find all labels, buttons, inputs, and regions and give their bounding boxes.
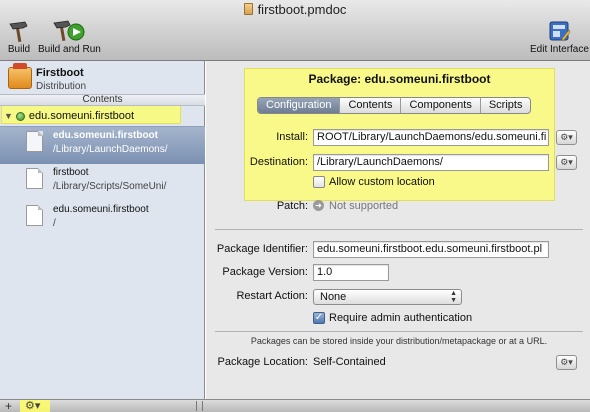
gear-icon: ⚙▾ bbox=[560, 157, 573, 167]
distribution-subtitle: Distribution bbox=[36, 81, 87, 92]
destination-field[interactable]: /Library/LaunchDaemons/ bbox=[313, 154, 549, 171]
file-icon bbox=[26, 205, 43, 226]
bottom-bar: + ⚙▾ bbox=[0, 399, 590, 412]
build-and-run-button[interactable]: Build and Run bbox=[38, 18, 101, 55]
edit-interface-button[interactable]: Edit Interface bbox=[530, 18, 589, 55]
allow-custom-location-label: Allow custom location bbox=[329, 176, 435, 188]
list-item[interactable]: edu.someuni.firstboot / bbox=[0, 201, 205, 239]
add-button[interactable]: + bbox=[5, 399, 12, 412]
tab-configuration[interactable]: Configuration bbox=[258, 98, 341, 113]
package-item[interactable]: ▼ edu.someuni.firstboot bbox=[4, 109, 134, 123]
require-admin-label: Require admin authentication bbox=[329, 312, 473, 324]
package-location-gear-button[interactable]: ⚙▾ bbox=[556, 355, 577, 370]
package-title: Package: edu.someuni.firstboot bbox=[308, 72, 491, 86]
file-name: edu.someuni.firstboot bbox=[53, 204, 149, 215]
patch-value: Not supported bbox=[329, 200, 399, 212]
package-identifier-label: Package Identifier: bbox=[216, 243, 308, 255]
package-icon bbox=[15, 111, 25, 121]
window-title-text: firstboot.pmdoc bbox=[257, 2, 347, 17]
package-location-value: Self-Contained bbox=[313, 356, 386, 368]
build-button[interactable]: Build bbox=[7, 18, 31, 55]
gear-icon: ⚙▾ bbox=[560, 132, 573, 142]
restart-action-value: None bbox=[320, 291, 347, 303]
package-version-field[interactable]: 1.0 bbox=[313, 264, 389, 281]
contents-header: Contents bbox=[0, 94, 205, 106]
resize-grip-icon[interactable] bbox=[196, 401, 203, 411]
package-identifier-field[interactable]: edu.someuni.firstboot.edu.someuni.firstb… bbox=[313, 241, 549, 258]
install-gear-button[interactable]: ⚙▾ bbox=[556, 130, 577, 145]
restart-action-label: Restart Action: bbox=[236, 290, 308, 302]
require-admin-checkbox[interactable]: ✓ bbox=[313, 312, 325, 324]
file-name: edu.someuni.firstboot bbox=[53, 130, 158, 141]
edit-interface-label: Edit Interface bbox=[530, 44, 589, 55]
checkmark-icon: ✓ bbox=[314, 312, 324, 323]
tab-components[interactable]: Components bbox=[401, 98, 481, 113]
sidebar: Firstboot Distribution Contents ▼ edu.so… bbox=[0, 61, 205, 399]
gear-icon: ⚙▾ bbox=[560, 357, 573, 367]
tab-bar: Configuration Contents Components Script… bbox=[257, 97, 532, 114]
file-icon bbox=[26, 131, 43, 152]
action-gear-button[interactable]: ⚙▾ bbox=[25, 399, 40, 412]
tab-scripts[interactable]: Scripts bbox=[481, 98, 531, 113]
install-label: Install: bbox=[276, 131, 308, 143]
distribution-item[interactable]: Firstboot Distribution bbox=[0, 63, 205, 95]
storage-note: Packages can be stored inside your distr… bbox=[250, 336, 548, 346]
file-path: / bbox=[53, 218, 56, 229]
allow-custom-location-checkbox[interactable] bbox=[313, 176, 325, 188]
hammer-icon bbox=[7, 18, 31, 42]
build-and-run-icon bbox=[38, 18, 101, 42]
package-name: edu.someuni.firstboot bbox=[28, 110, 135, 122]
distribution-box-icon bbox=[8, 63, 32, 89]
file-path: /Library/LaunchDaemons/ bbox=[53, 144, 168, 155]
package-location-label: Package Location: bbox=[217, 356, 308, 368]
file-icon bbox=[26, 168, 43, 189]
file-name: firstboot bbox=[53, 167, 89, 178]
patch-arrow-icon: ➜ bbox=[313, 200, 324, 211]
edit-interface-icon bbox=[530, 18, 589, 42]
document-icon bbox=[243, 3, 253, 15]
list-item[interactable]: firstboot /Library/Scripts/SomeUni/ bbox=[0, 164, 205, 202]
install-field[interactable]: ROOT/Library/LaunchDaemons/edu.someuni.f… bbox=[313, 129, 549, 146]
restart-action-select[interactable]: None ▲ ▼ bbox=[313, 289, 462, 305]
build-and-run-label: Build and Run bbox=[38, 44, 101, 55]
build-label: Build bbox=[7, 44, 31, 55]
file-path: /Library/Scripts/SomeUni/ bbox=[53, 181, 167, 192]
list-item[interactable]: edu.someuni.firstboot /Library/LaunchDae… bbox=[0, 126, 205, 164]
section-divider bbox=[215, 331, 583, 332]
destination-label: Destination: bbox=[249, 156, 308, 168]
tab-contents[interactable]: Contents bbox=[340, 98, 402, 113]
popup-arrows-icon: ▲ ▼ bbox=[450, 290, 457, 304]
window-title: firstboot.pmdoc bbox=[0, 2, 590, 17]
package-version-label: Package Version: bbox=[222, 266, 308, 278]
window-toolbar: firstboot.pmdoc Build Build and Run Edit… bbox=[0, 0, 590, 61]
section-divider bbox=[215, 229, 583, 230]
disclosure-triangle-icon[interactable]: ▼ bbox=[4, 111, 13, 121]
patch-label: Patch: bbox=[276, 200, 308, 212]
distribution-name: Firstboot bbox=[36, 67, 84, 79]
destination-gear-button[interactable]: ⚙▾ bbox=[556, 155, 577, 170]
